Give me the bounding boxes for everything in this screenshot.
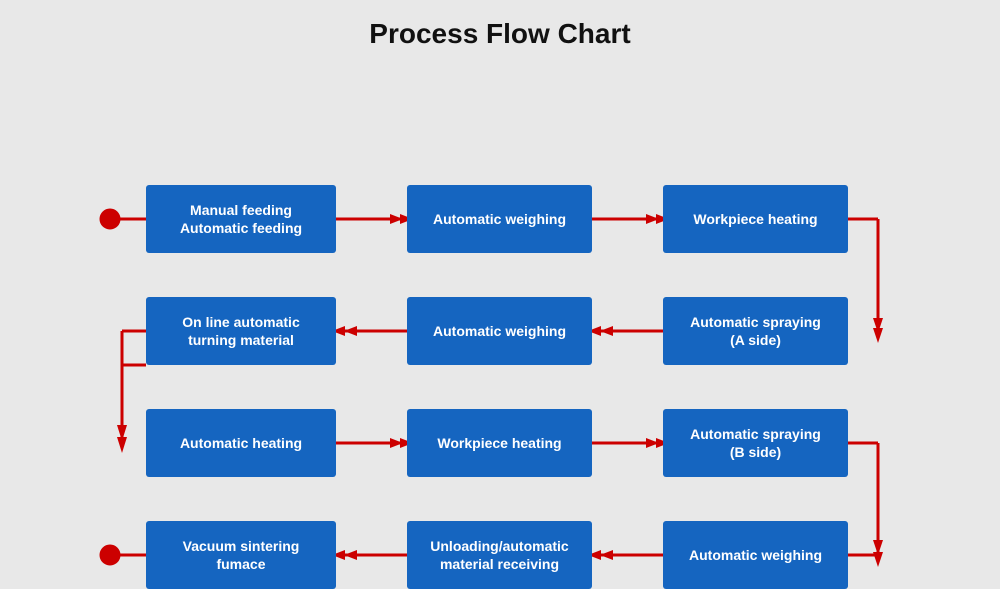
process-box-b1: Manual feedingAutomatic feeding [146,185,336,253]
process-box-b5: Automatic weighing [407,297,592,365]
process-box-b9: Automatic spraying(B side) [663,409,848,477]
process-box-b10: Vacuum sinteringfumace [146,521,336,589]
process-box-b3: Workpiece heating [663,185,848,253]
page-title: Process Flow Chart [0,0,1000,50]
flowchart: Manual feedingAutomatic feeding Automatic… [0,75,1000,555]
process-box-b4: On line automaticturning material [146,297,336,365]
process-box-b2: Automatic weighing [407,185,592,253]
process-box-b11: Unloading/automaticmaterial receiving [407,521,592,589]
process-box-b8: Workpiece heating [407,409,592,477]
process-box-b12: Automatic weighing [663,521,848,589]
process-box-b7: Automatic heating [146,409,336,477]
process-box-b6: Automatic spraying(A side) [663,297,848,365]
